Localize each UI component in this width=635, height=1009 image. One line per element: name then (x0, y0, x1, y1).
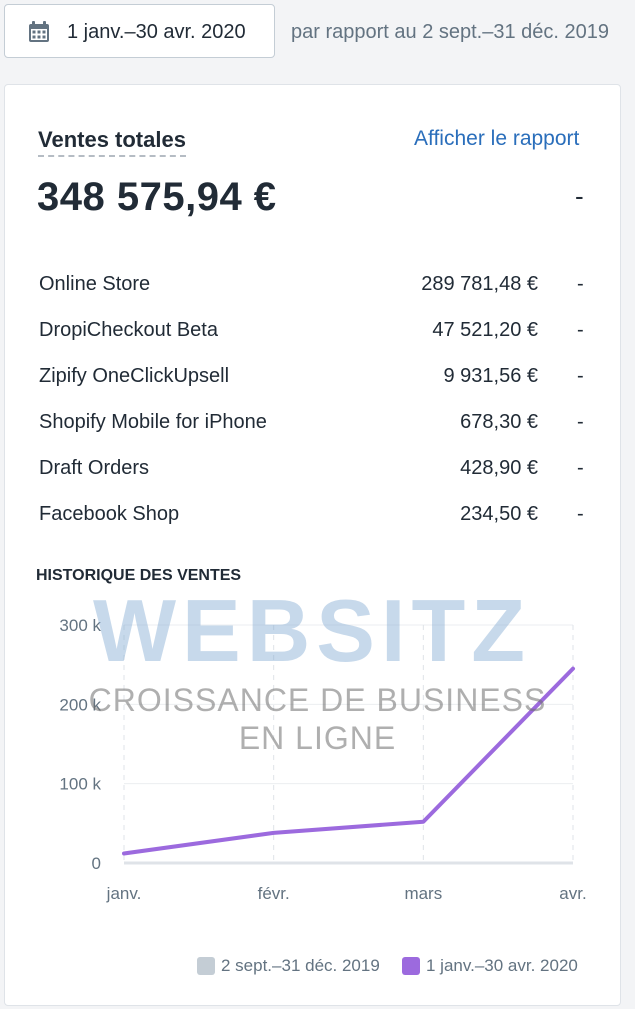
channel-name: Draft Orders (39, 457, 150, 479)
date-range-label: 1 janv.–30 avr. 2020 (67, 21, 246, 43)
channel-amount: 289 781,48 € (421, 273, 538, 295)
series-line-1 (122, 666, 575, 856)
list-item: Draft Orders 428,90 € - (5, 445, 620, 491)
list-item: Shopify Mobile for iPhone 678,30 € - (5, 399, 620, 445)
date-range-picker-button[interactable]: 1 janv.–30 avr. 2020 (4, 4, 275, 58)
channel-amount: 47 521,20 € (432, 319, 538, 341)
channel-delta: - (577, 411, 584, 433)
legend-item-previous[interactable]: 2 sept.–31 déc. 2019 (197, 956, 380, 976)
y-tick-label: 300 k (59, 616, 101, 635)
list-item: DropiCheckout Beta 47 521,20 € - (5, 307, 620, 353)
legend-swatch-current (402, 957, 420, 975)
total-sales-value: 348 575,94 € (37, 175, 277, 219)
list-item: Online Store 289 781,48 € - (5, 261, 620, 307)
list-item: Facebook Shop 234,50 € - (5, 491, 620, 537)
legend-label-current: 1 janv.–30 avr. 2020 (426, 956, 578, 975)
legend-label-previous: 2 sept.–31 déc. 2019 (221, 956, 380, 975)
view-report-link[interactable]: Afficher le rapport (414, 127, 579, 151)
channel-delta: - (577, 319, 584, 341)
sales-history-title: HISTORIQUE DES VENTES (36, 567, 242, 584)
comparison-period-text: par rapport au 2 sept.–31 déc. 2019 (291, 21, 610, 43)
channel-delta: - (577, 365, 584, 387)
x-tick-label: avr. (559, 884, 586, 903)
legend-swatch-previous (197, 957, 215, 975)
channel-name: DropiCheckout Beta (39, 319, 218, 341)
channel-name: Online Store (39, 273, 151, 295)
channel-amount: 678,30 € (460, 411, 538, 433)
sales-history-chart: 0 100 k 200 k 300 k janv. févr. mars avr. (59, 616, 586, 903)
card-title[interactable]: Ventes totales (38, 127, 186, 157)
channel-amount: 9 931,56 € (443, 365, 538, 387)
total-sales-card: Ventes totales Afficher le rapport 348 5… (4, 84, 621, 1006)
x-tick-label: févr. (258, 884, 290, 903)
x-tick-label: janv. (106, 884, 142, 903)
channel-name: Facebook Shop (39, 503, 180, 525)
toolbar: 1 janv.–30 avr. 2020 par rapport au 2 se… (0, 0, 635, 70)
legend-item-current[interactable]: 1 janv.–30 avr. 2020 (402, 956, 578, 976)
total-sales-delta: - (575, 181, 584, 211)
chart-legend: 2 sept.–31 déc. 2019 1 janv.–30 avr. 202… (5, 951, 620, 981)
y-tick-label: 0 (92, 854, 101, 873)
y-tick-label: 100 k (59, 775, 101, 794)
channel-name: Zipify OneClickUpsell (39, 365, 230, 387)
channel-delta: - (577, 457, 584, 479)
x-tick-label: mars (404, 884, 442, 903)
channel-delta: - (577, 273, 584, 295)
y-tick-label: 200 k (59, 695, 101, 714)
channel-amount: 428,90 € (460, 457, 538, 479)
list-item: Zipify OneClickUpsell 9 931,56 € - (5, 353, 620, 399)
channel-amount: 234,50 € (460, 503, 538, 525)
calendar-icon (29, 21, 49, 42)
channel-name: Shopify Mobile for iPhone (39, 411, 267, 433)
channel-delta: - (577, 503, 584, 525)
